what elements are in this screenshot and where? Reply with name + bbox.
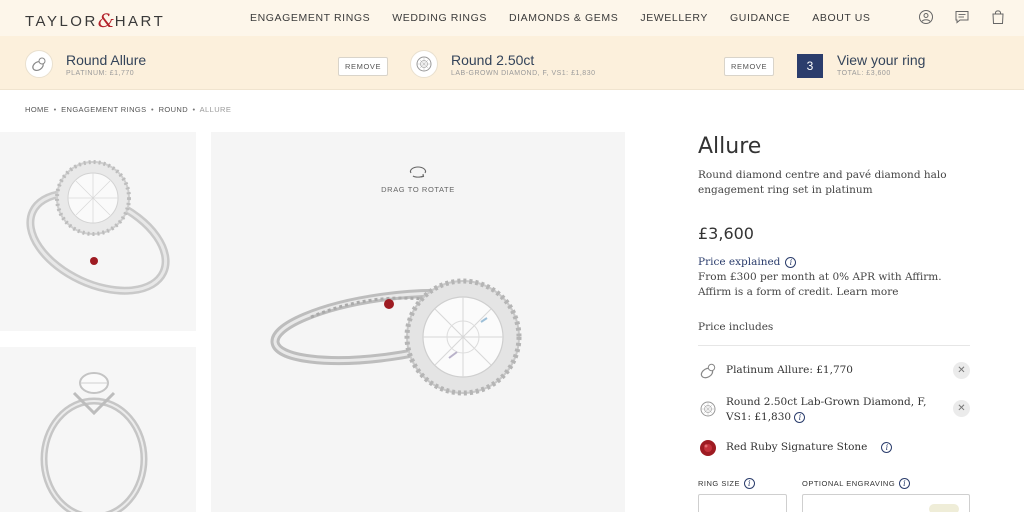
info-icon[interactable]: i [744,478,756,489]
ring-step-count-badge[interactable]: 3 [797,54,823,78]
top-navigation: TAYLOR&HART ENGAGEMENT RINGS WEDDING RIN… [0,0,1024,36]
include-item-ruby: Red Ruby Signature Stone i [698,438,893,458]
breadcrumb-home[interactable]: HOME [25,105,49,114]
remove-setting-close-icon[interactable]: ✕ [953,362,970,379]
ring-total: TOTAL: £3,600 [837,70,891,77]
setting-thumbnail [25,50,53,78]
breadcrumb-separator: • [151,105,155,114]
diamond-icon [416,56,432,72]
nav-about-us[interactable]: ABOUT US [812,12,870,24]
ring-setting-icon [32,57,46,72]
ring-side-image [40,372,148,512]
nav-engagement-rings[interactable]: ENGAGEMENT RINGS [250,12,370,24]
breadcrumb-round[interactable]: ROUND [159,105,189,114]
engraving-label: OPTIONAL ENGRAVING i [802,478,911,489]
nav-guidance[interactable]: GUIDANCE [730,12,790,24]
diamond-icon [700,401,716,417]
main-menu: ENGAGEMENT RINGS WEDDING RINGS DIAMONDS … [250,12,893,24]
engraving-label-text: OPTIONAL ENGRAVING [802,479,896,488]
info-icon[interactable]: i [785,256,797,268]
gallery-thumbnail-angle[interactable] [0,132,196,331]
breadcrumb: HOME • ENGAGEMENT RINGS • ROUND • ALLURE [25,105,231,114]
include-item-label: Round 2.50ct Lab-Grown Diamond, F, VS1: … [726,395,941,425]
product-price: £3,600 [698,224,754,243]
ruby-icon [700,440,716,456]
brand-name-left: TAYLOR [25,13,98,30]
breadcrumb-separator: • [192,105,196,114]
product-title: Allure [698,134,762,159]
remove-setting-button[interactable]: REMOVE [338,57,389,76]
main-ring-image [270,278,522,396]
price-includes-heading: Price includes [698,321,774,333]
setting-title[interactable]: Round Allure [66,52,146,68]
breadcrumb-engagement-rings[interactable]: ENGAGEMENT RINGS [61,105,146,114]
ring-size-label-text: RING SIZE [698,479,741,488]
ring-size-label: RING SIZE i [698,478,756,489]
price-explained-label: Price explained [698,256,781,268]
ring-builder-bar: Round Allure PLATINUM: £1,770 REMOVE Rou… [0,36,1024,90]
bag-icon[interactable] [990,9,1006,25]
diamond-thumbnail [410,50,438,78]
price-explained-link[interactable]: Price explained i [698,256,797,268]
diamond-subtitle: LAB-GROWN DIAMOND, F, VS1: £1,830 [451,70,596,77]
ring-360-viewer[interactable]: DRAG TO ROTATE [211,132,625,512]
nav-diamonds-gems[interactable]: DIAMONDS & GEMS [509,12,618,24]
include-item-text: Round 2.50ct Lab-Grown Diamond, F, VS1: … [726,396,927,423]
remove-diamond-close-icon[interactable]: ✕ [953,400,970,417]
nav-wedding-rings[interactable]: WEDDING RINGS [392,12,487,24]
view-your-ring-link[interactable]: View your ring [837,52,925,68]
include-item-label: Red Ruby Signature Stone [726,441,868,453]
remove-diamond-button[interactable]: REMOVE [724,57,775,76]
product-description: Round diamond centre and pavé diamond ha… [698,169,947,196]
header-icons [918,9,1006,25]
setting-subtitle: PLATINUM: £1,770 [66,70,135,77]
breadcrumb-current: ALLURE [199,105,232,114]
brand-name-right: HART [114,13,166,30]
ring-size-select[interactable] [698,494,787,512]
breadcrumb-separator: • [53,105,57,114]
ring-angle-image [26,160,170,295]
diamond-title[interactable]: Round 2.50ct [451,52,534,68]
engraving-input[interactable] [802,494,970,512]
brand-logo[interactable]: TAYLOR&HART [25,9,166,32]
finance-text: From £300 per month at 0% APR with Affir… [698,271,942,298]
brand-ampersand: & [97,10,115,32]
ring-setting-icon [700,363,716,379]
gallery-thumbnail-side[interactable] [0,347,196,512]
engraving-price-tag [929,504,959,512]
info-icon[interactable]: i [881,442,893,453]
chat-icon[interactable] [954,9,970,25]
include-item-setting: Platinum Allure: £1,770 [698,361,853,381]
divider [698,345,970,346]
nav-jewellery[interactable]: JEWELLERY [640,12,708,24]
account-icon[interactable] [918,9,934,25]
include-item-diamond: Round 2.50ct Lab-Grown Diamond, F, VS1: … [698,395,941,425]
info-icon[interactable]: i [794,412,806,423]
include-item-label: Platinum Allure: £1,770 [726,364,853,376]
info-icon[interactable]: i [899,478,911,489]
